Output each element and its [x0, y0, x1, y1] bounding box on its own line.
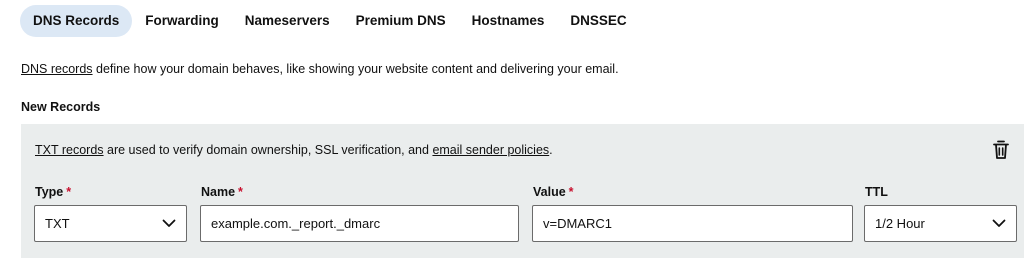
- trash-icon[interactable]: [991, 139, 1011, 161]
- type-select[interactable]: TXT: [34, 205, 187, 242]
- ttl-label: TTL: [865, 185, 888, 199]
- ttl-label-text: TTL: [865, 185, 888, 199]
- name-input[interactable]: example.com._report._dmarc: [200, 205, 519, 242]
- type-label-text: Type: [35, 185, 64, 199]
- notice-text-1: are used to verify domain ownership, SSL…: [103, 143, 433, 157]
- notice-text-2: .: [549, 143, 553, 157]
- name-label: Name *: [201, 185, 243, 199]
- dns-tabs: DNS Records Forwarding Nameservers Premi…: [20, 5, 640, 37]
- tab-premium-dns[interactable]: Premium DNS: [343, 5, 459, 37]
- new-record-panel: TXT records are used to verify domain ow…: [21, 124, 1024, 258]
- chevron-down-icon: [162, 219, 176, 227]
- intro-text: define how your domain behaves, like sho…: [92, 62, 619, 76]
- new-records-title: New Records: [21, 100, 101, 114]
- dns-records-description: DNS records define how your domain behav…: [21, 62, 619, 76]
- required-mark: *: [66, 185, 72, 199]
- chevron-down-icon: [992, 219, 1006, 227]
- required-mark: *: [238, 185, 243, 199]
- tab-dns-records[interactable]: DNS Records: [20, 5, 133, 37]
- email-sender-policies-link[interactable]: email sender policies: [432, 143, 549, 157]
- name-label-text: Name: [201, 185, 236, 199]
- value-input[interactable]: v=DMARC1: [532, 205, 853, 242]
- tab-forwarding[interactable]: Forwarding: [132, 5, 232, 37]
- txt-notice: TXT records are used to verify domain ow…: [35, 143, 553, 157]
- ttl-value: 1/2 Hour: [875, 216, 925, 231]
- tab-nameservers[interactable]: Nameservers: [232, 5, 343, 37]
- dns-records-link[interactable]: DNS records: [21, 62, 93, 76]
- txt-records-link[interactable]: TXT records: [35, 143, 104, 157]
- tab-dnssec[interactable]: DNSSEC: [557, 5, 639, 37]
- type-label: Type *: [35, 185, 71, 199]
- type-value: TXT: [45, 216, 70, 231]
- required-mark: *: [568, 185, 574, 199]
- value-label: Value *: [533, 185, 574, 199]
- ttl-select[interactable]: 1/2 Hour: [864, 205, 1017, 242]
- value-value: v=DMARC1: [543, 216, 612, 231]
- value-label-text: Value: [533, 185, 566, 199]
- tab-hostnames[interactable]: Hostnames: [459, 5, 558, 37]
- name-value: example.com._report._dmarc: [211, 216, 381, 231]
